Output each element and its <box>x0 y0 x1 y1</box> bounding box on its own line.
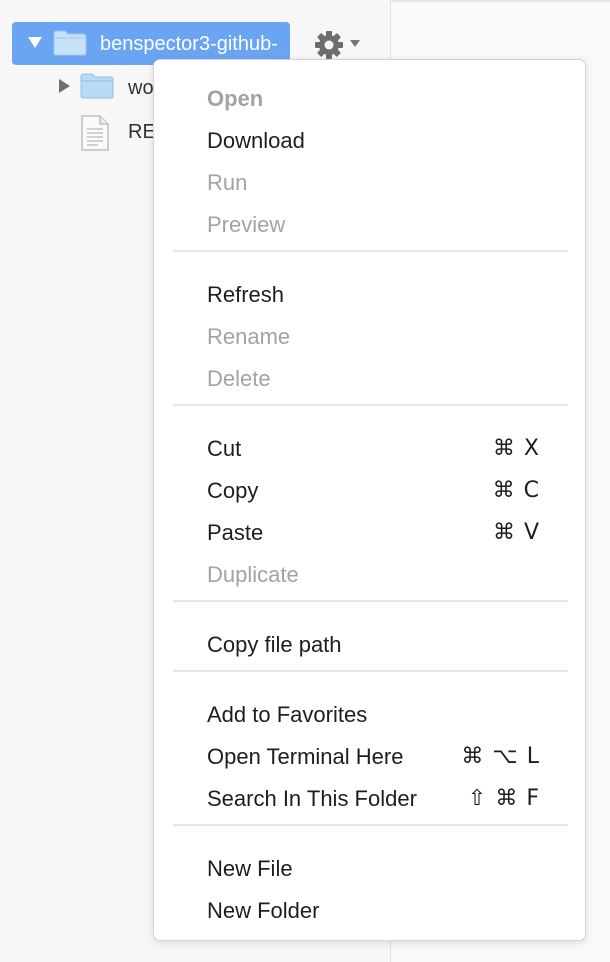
expand-arrow-icon[interactable] <box>28 37 42 48</box>
menu-item-label: Run <box>207 170 248 195</box>
menu-separator <box>173 824 568 826</box>
menu-item-label: New File <box>207 856 293 881</box>
menu-item-delete: Delete <box>154 356 585 398</box>
file-icon <box>80 115 110 156</box>
menu-item-run: Run <box>154 160 585 202</box>
menu-item-copy[interactable]: Copy ⌘ C <box>154 468 585 510</box>
menu-separator <box>173 600 568 602</box>
menu-item-open: Open <box>154 76 585 118</box>
menu-item-new-file[interactable]: New File <box>154 846 585 888</box>
menu-item-label: New Folder <box>207 898 320 923</box>
menu-item-label: Paste <box>207 520 264 545</box>
menu-item-label: Copy file path <box>207 632 342 657</box>
menu-item-cut[interactable]: Cut ⌘ X <box>154 426 585 468</box>
menu-item-add-to-favorites[interactable]: Add to Favorites <box>154 692 585 734</box>
menu-item-refresh[interactable]: Refresh <box>154 272 585 314</box>
tree-item-file[interactable]: RE <box>80 112 160 152</box>
ide-workspace: benspector3-github- wo RE Open Download … <box>0 0 610 962</box>
menu-item-shortcut: ⌘ ⌥ L <box>461 744 540 769</box>
menu-item-label: Rename <box>207 324 291 349</box>
tree-item-label: wo <box>128 77 154 99</box>
folder-icon <box>80 73 114 99</box>
editor-top-border <box>391 0 610 2</box>
menu-separator <box>173 404 568 406</box>
menu-item-preview: Preview <box>154 202 585 244</box>
menu-item-copy-file-path[interactable]: Copy file path <box>154 622 585 664</box>
menu-item-label: Open <box>207 86 264 111</box>
context-menu: Open Download Run Preview Refresh Rename Delet… <box>153 59 586 941</box>
menu-item-label: Refresh <box>207 282 285 307</box>
menu-item-label: Cut <box>207 436 242 461</box>
tree-settings-button[interactable] <box>313 29 363 59</box>
menu-item-label: Duplicate <box>207 562 299 587</box>
folder-icon <box>53 30 87 56</box>
menu-item-shortcut: ⌘ X <box>492 436 540 461</box>
menu-item-rename: Rename <box>154 314 585 356</box>
menu-item-label: Download <box>207 128 305 153</box>
menu-item-search-in-this-folder[interactable]: Search In This Folder ⇧ ⌘ F <box>154 776 585 818</box>
tree-item-label: RE <box>128 121 156 143</box>
chevron-down-icon <box>350 40 360 47</box>
menu-item-shortcut: ⌘ V <box>492 520 540 545</box>
tree-root-label: benspector3-github- <box>100 33 278 55</box>
menu-item-label: Preview <box>207 212 286 237</box>
menu-separator <box>173 670 568 672</box>
menu-item-label: Delete <box>207 366 271 391</box>
tree-item-folder[interactable]: wo <box>56 68 156 108</box>
menu-item-label: Open Terminal Here <box>207 744 404 769</box>
menu-item-duplicate: Duplicate <box>154 552 585 594</box>
menu-item-label: Add to Favorites <box>207 702 368 727</box>
menu-separator <box>173 250 568 252</box>
menu-item-label: Search In This Folder <box>207 786 417 811</box>
menu-item-download[interactable]: Download <box>154 118 585 160</box>
menu-item-open-terminal-here[interactable]: Open Terminal Here ⌘ ⌥ L <box>154 734 585 776</box>
menu-item-paste[interactable]: Paste ⌘ V <box>154 510 585 552</box>
menu-item-new-folder[interactable]: New Folder <box>154 888 585 930</box>
menu-item-label: Copy <box>207 478 259 503</box>
menu-item-shortcut: ⌘ C <box>492 478 540 503</box>
collapse-arrow-icon[interactable] <box>59 79 70 93</box>
menu-item-shortcut: ⇧ ⌘ F <box>467 786 540 811</box>
